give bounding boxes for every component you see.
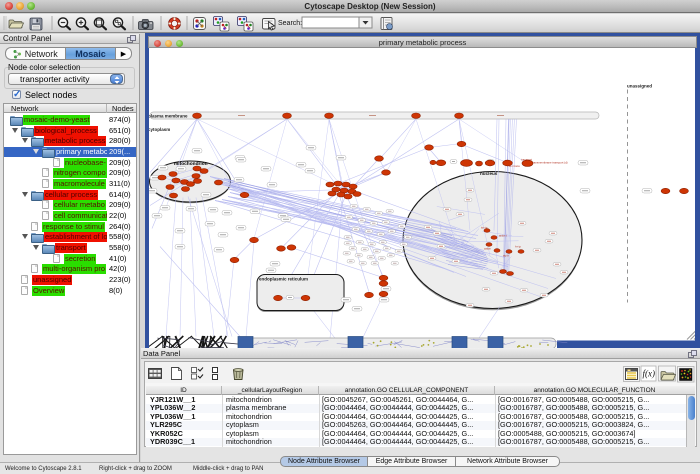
svg-text:mitochondrion: mitochondrion [174, 161, 208, 167]
svg-text:anion t: anion t [499, 234, 507, 238]
svg-text:Search:: Search: [278, 20, 302, 27]
svg-text:nucleus: nucleus [480, 171, 498, 176]
svg-text:endoplasmic reticulum: endoplasmic reticulum [259, 277, 308, 282]
svg-text:plasma membrane: plasma membrane [149, 114, 188, 119]
svg-text:unassigned: unassigned [627, 84, 652, 89]
svg-text:h+ tp: h+ tp [515, 245, 521, 249]
svg-text:cytoplasm: cytoplasm [149, 127, 170, 132]
svg-text:cation: cation [484, 247, 491, 251]
svg-text:atp tr: atp tr [503, 254, 509, 258]
svg-text:f(x): f(x) [643, 369, 656, 379]
svg-text:transmembrane transport (d): transmembrane transport (d) [532, 161, 568, 165]
